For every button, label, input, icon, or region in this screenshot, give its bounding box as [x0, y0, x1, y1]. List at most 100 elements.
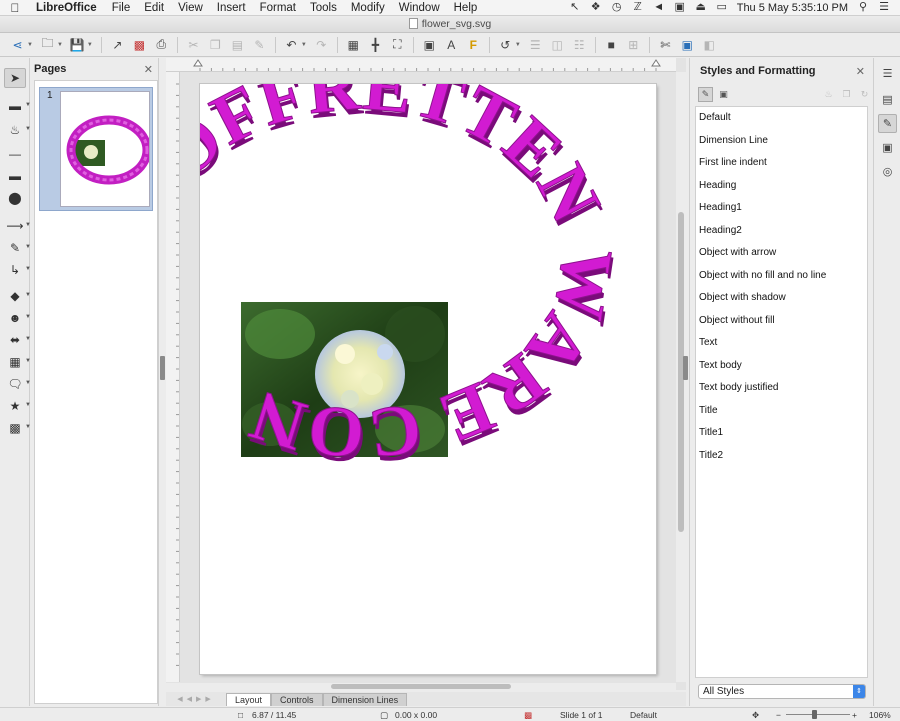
symbol-shapes-icon[interactable]: ☻ ▼ [4, 308, 31, 328]
points-icon[interactable]: ✄ [656, 35, 675, 54]
copy-icon[interactable]: ❐ [206, 35, 225, 54]
zoom-slider-track[interactable] [786, 714, 850, 715]
tab-dimension-lines[interactable]: Dimension Lines [322, 693, 408, 706]
drawing-styles-icon[interactable]: ✎ [698, 86, 713, 102]
styles-icon[interactable]: ✎ [878, 114, 897, 133]
zoom-in-icon[interactable]: + [852, 710, 857, 720]
properties-icon[interactable]: ▤ [878, 90, 897, 109]
menu-help[interactable]: Help [447, 2, 485, 14]
rectangle-icon[interactable]: ▬ [4, 166, 26, 186]
fontwork-arc-text[interactable]: STOFFRETTEN WARE CONTI STOFFRETTEN WARE … [96, 20, 630, 480]
slide-thumbnail-selected[interactable]: 1 [39, 87, 153, 211]
fill-format-mode-icon[interactable]: ♨ [821, 87, 836, 102]
document-modified-icon[interactable]: ▩ [524, 710, 532, 721]
style-item[interactable]: Text body [696, 355, 867, 378]
style-item[interactable]: Text body justified [696, 377, 867, 400]
app-menu[interactable]: LibreOffice [30, 2, 105, 14]
apple-icon[interactable]:  [0, 1, 30, 15]
style-item[interactable]: Heading [696, 175, 867, 198]
update-style-icon[interactable]: ↻ [857, 87, 872, 102]
style-item[interactable]: Title1 [696, 422, 867, 445]
line-color-icon[interactable]: ▬ ▼ [4, 96, 31, 116]
vertical-ruler[interactable] [166, 72, 180, 682]
style-item[interactable]: Default [696, 107, 867, 130]
export-icon[interactable]: ↗ [108, 35, 127, 54]
bluetooth-icon[interactable]: ℤ [632, 2, 644, 13]
tab-controls[interactable]: Controls [271, 693, 323, 706]
battery-icon[interactable]: ▭ [716, 2, 728, 13]
zoom-out-icon[interactable]: − [776, 710, 781, 720]
horizontal-ruler[interactable] [166, 58, 676, 72]
paste-icon[interactable]: ▤ [228, 35, 247, 54]
volume-icon[interactable]: ◄ [653, 2, 665, 13]
ellipse-icon[interactable]: ⬤ [4, 188, 26, 208]
basic-shapes-icon[interactable]: ◆ ▼ [4, 286, 31, 306]
clone-formatting-icon[interactable]: ✎ [250, 35, 269, 54]
gallery-icon[interactable]: ▣ [878, 138, 897, 157]
fill-color-icon[interactable]: ♨ ▼ [4, 120, 31, 140]
align-icon[interactable]: ☰ [526, 35, 545, 54]
notification-center-icon[interactable]: ☰ [878, 2, 890, 13]
pages-panel-splitter[interactable] [160, 356, 165, 380]
style-item[interactable]: Title [696, 400, 867, 423]
slide-thumbnail[interactable] [60, 91, 150, 207]
style-item[interactable]: Object with shadow [696, 287, 867, 310]
chevron-down-icon[interactable]: ▼ [515, 42, 521, 48]
3d-objects-icon[interactable]: ▩ ▼ [4, 418, 31, 438]
horizontal-scrollbar[interactable] [166, 683, 676, 690]
style-item[interactable]: Title2 [696, 445, 867, 468]
grid-icon[interactable]: ▦ [344, 35, 363, 54]
toggle-extrusion-icon[interactable]: ◧ [700, 35, 719, 54]
chevron-updown-icon[interactable]: ⇕ [853, 685, 865, 698]
curve-icon[interactable]: ✎ ▼ [4, 238, 31, 258]
dropbox-icon[interactable]: ❖ [590, 2, 602, 13]
insert-textbox-icon[interactable]: A [442, 35, 461, 54]
menu-format[interactable]: Format [253, 2, 303, 14]
fontwork-icon[interactable]: F [464, 35, 483, 54]
connector-icon[interactable]: ↳ ▼ [4, 260, 31, 280]
spotlight-icon[interactable]: ⚲ [857, 2, 869, 13]
style-item[interactable]: First line indent [696, 152, 867, 175]
menu-edit[interactable]: Edit [137, 2, 171, 14]
menu-modify[interactable]: Modify [344, 2, 392, 14]
chevron-down-icon[interactable]: ▼ [57, 42, 63, 48]
navigator-icon[interactable]: ◎ [878, 162, 897, 181]
crop-icon[interactable]: ⊞ [624, 35, 643, 54]
presentation-styles-icon[interactable]: ▣ [716, 87, 731, 102]
style-item[interactable]: Dimension Line [696, 130, 867, 153]
style-item[interactable]: Heading2 [696, 220, 867, 243]
airplay-icon[interactable]: ▣ [674, 2, 686, 13]
stars-icon[interactable]: ★ ▼ [4, 396, 31, 416]
callouts-icon[interactable]: 🗨 ▼ [4, 374, 31, 394]
cut-icon[interactable]: ✂ [184, 35, 203, 54]
sidebar-menu-icon[interactable]: ☰ [878, 64, 897, 83]
arrange-icon[interactable]: ◫ [548, 35, 567, 54]
redo-icon[interactable]: ↷ [312, 35, 331, 54]
line-icon[interactable]: — [4, 144, 26, 164]
insert-image-icon[interactable]: ▣ [420, 35, 439, 54]
menu-view[interactable]: View [171, 2, 210, 14]
horizontal-scroll-thumb[interactable] [331, 684, 511, 689]
tab-navigation-arrows[interactable]: ◀◀▶▶ [166, 694, 226, 706]
menubar-clock[interactable]: Thu 5 May 5:35:10 PM [737, 2, 848, 14]
save-icon[interactable]: 💾 [68, 35, 87, 54]
eject-icon[interactable]: ⏏ [695, 2, 707, 13]
distribute-icon[interactable]: ☷ [570, 35, 589, 54]
menu-tools[interactable]: Tools [303, 2, 344, 14]
chevron-down-icon[interactable]: ▼ [301, 42, 307, 48]
export-pdf-icon[interactable]: ▩ [130, 35, 149, 54]
shadow-icon[interactable]: ■ [602, 35, 621, 54]
print-icon[interactable]: ⎙ [152, 35, 171, 54]
menu-file[interactable]: File [105, 2, 138, 14]
style-item[interactable]: Heading1 [696, 197, 867, 220]
fit-slide-icon[interactable]: ✥ [752, 710, 759, 721]
slide-canvas[interactable]: STOFFRETTEN WARE CONTI STOFFRETTEN WARE … [96, 20, 656, 674]
style-item[interactable]: Object with no fill and no line [696, 265, 867, 288]
cursor-icon[interactable]: ↖ [569, 2, 581, 13]
block-arrows-icon[interactable]: ⬌ ▼ [4, 330, 31, 350]
helplines-icon[interactable]: ╋ [366, 35, 385, 54]
transformations-icon[interactable]: ↺ [496, 35, 515, 54]
menu-window[interactable]: Window [392, 2, 447, 14]
undo-icon[interactable]: ↶ [282, 35, 301, 54]
new-style-icon[interactable]: ❐ [839, 87, 854, 102]
